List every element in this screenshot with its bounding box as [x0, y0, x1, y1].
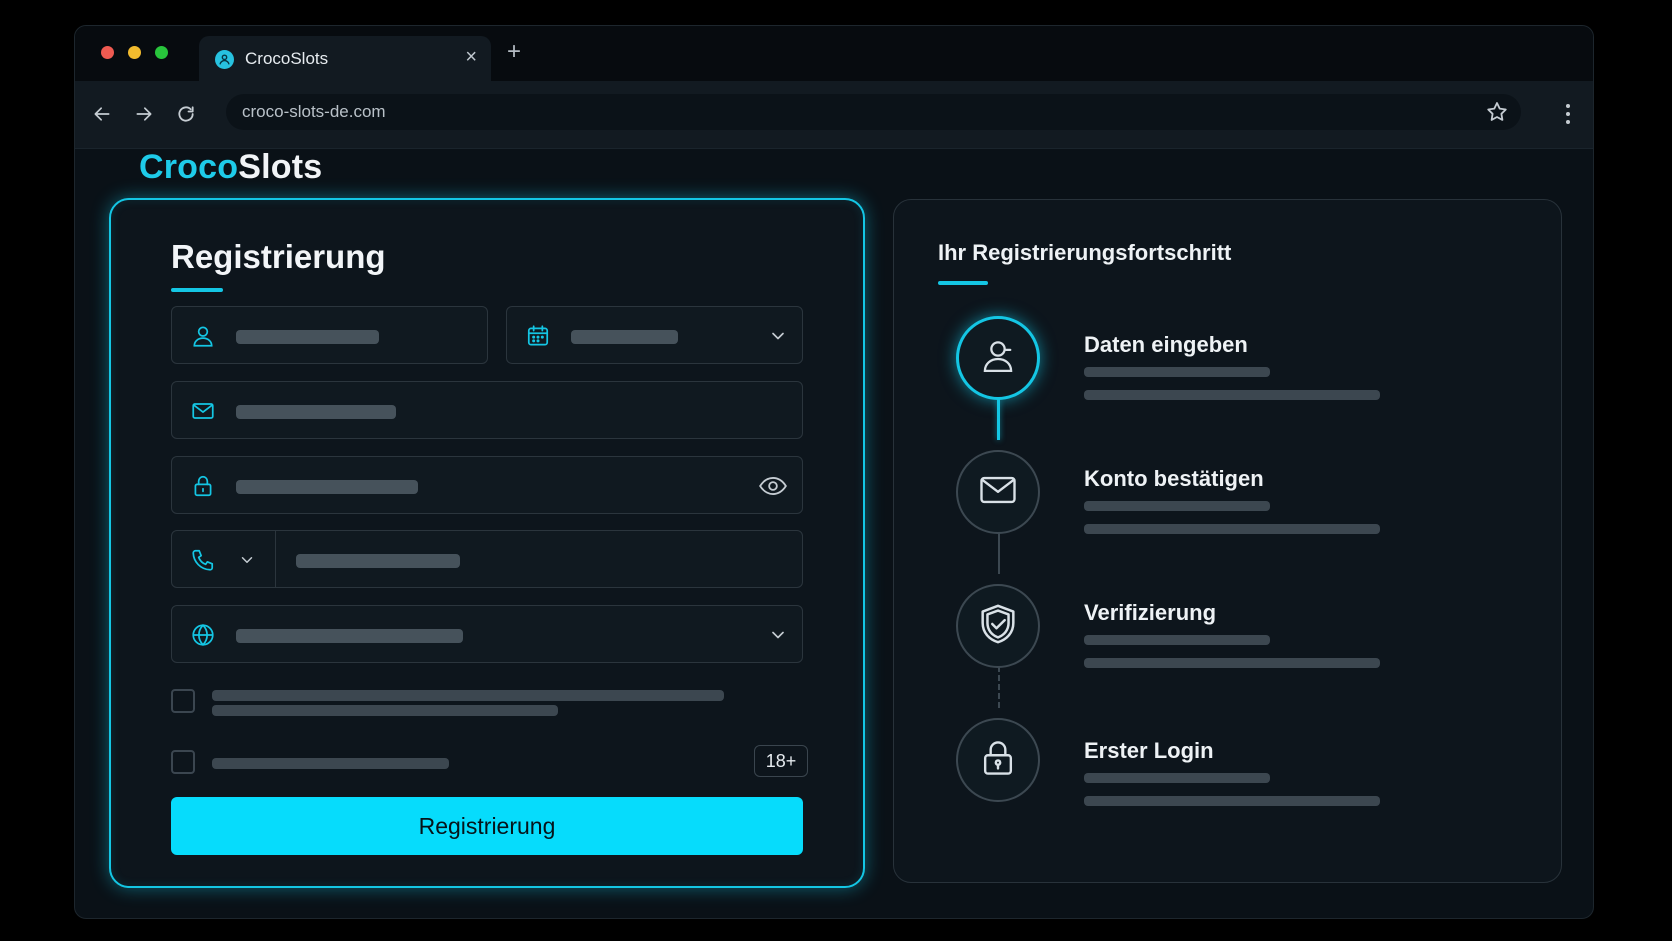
email-input[interactable] [171, 381, 803, 439]
password-input[interactable] [171, 456, 803, 514]
tab-title: CrocoSlots [245, 49, 329, 68]
step-connector [998, 666, 1000, 708]
registration-progress-card: Ihr Registrierungsfortschritt Daten eing… [893, 199, 1562, 883]
tab-strip: CrocoSlots × + [75, 26, 1593, 81]
step-4-desc-bar [1084, 796, 1380, 806]
brand-logo[interactable]: CrocoSlots [139, 148, 322, 187]
phone-icon [190, 547, 216, 573]
country-placeholder-bar [236, 629, 463, 643]
padlock-icon [976, 736, 1020, 785]
step-1-label: Daten eingeben [1084, 332, 1248, 357]
logo-part-croco: Croco [139, 148, 239, 186]
step-4-circle [956, 718, 1040, 802]
shield-check-icon [975, 601, 1021, 652]
reload-icon[interactable] [173, 101, 199, 127]
progress-title-underline [938, 281, 988, 285]
birthdate-placeholder-bar [571, 330, 678, 344]
forward-arrow-icon[interactable] [131, 101, 157, 127]
back-arrow-icon[interactable] [89, 101, 115, 127]
new-tab-button[interactable]: + [507, 40, 521, 64]
progress-title: Ihr Registrierungsfortschritt [938, 240, 1232, 265]
phone-placeholder-bar [296, 554, 460, 568]
logo-part-slots: Slots [238, 148, 323, 186]
phone-input[interactable] [171, 530, 803, 588]
close-window-button[interactable] [101, 46, 114, 59]
step-connector [997, 398, 1000, 440]
terms-text-bar [212, 705, 558, 716]
step-2-desc-bar [1084, 524, 1380, 534]
user-icon [977, 335, 1019, 382]
step-3-desc-bar [1084, 635, 1270, 645]
step-1-circle [956, 316, 1040, 400]
mail-icon [190, 398, 216, 424]
name-input[interactable] [171, 306, 488, 364]
age-confirm-checkbox[interactable] [171, 750, 195, 774]
favicon-icon [215, 50, 234, 69]
browser-toolbar: croco-slots-de.com [75, 81, 1593, 149]
minimize-window-button[interactable] [128, 46, 141, 59]
register-button[interactable]: Registrierung [171, 797, 803, 855]
step-2-circle [956, 450, 1040, 534]
step-3-desc-bar [1084, 658, 1380, 668]
address-bar[interactable]: croco-slots-de.com [226, 94, 1521, 130]
step-2-label: Konto bestätigen [1084, 466, 1264, 491]
browser-menu-icon[interactable] [1563, 101, 1573, 127]
chevron-down-icon [768, 625, 788, 645]
age-restriction-badge: 18+ [754, 745, 808, 777]
step-4-label: Erster Login [1084, 738, 1214, 763]
email-placeholder-bar [236, 405, 396, 419]
registration-title: Registrierung [171, 238, 386, 275]
lock-icon [190, 473, 216, 499]
globe-icon [190, 622, 216, 648]
browser-tab[interactable]: CrocoSlots × [199, 36, 491, 81]
step-3-circle [956, 584, 1040, 668]
terms-checkbox[interactable] [171, 689, 195, 713]
terms-text-bar [212, 690, 724, 701]
close-tab-icon[interactable]: × [465, 46, 477, 68]
user-icon [190, 323, 216, 349]
step-3-label: Verifizierung [1084, 600, 1217, 625]
name-placeholder-bar [236, 330, 379, 344]
show-password-eye-icon[interactable] [758, 473, 788, 499]
calendar-icon [525, 323, 551, 349]
age-text-bar [212, 758, 449, 769]
step-1-desc-bar [1084, 390, 1380, 400]
chevron-down-icon [768, 326, 788, 346]
step-connector [998, 532, 1000, 574]
maximize-window-button[interactable] [155, 46, 168, 59]
registration-card: Registrierung 18+ Registrierung [109, 198, 865, 888]
url-text: croco-slots-de.com [242, 102, 386, 121]
country-code-select[interactable] [172, 531, 276, 587]
password-placeholder-bar [236, 480, 418, 494]
step-4-desc-bar [1084, 773, 1270, 783]
country-select[interactable] [171, 605, 803, 663]
browser-window: CrocoSlots × + croco-slots-de.com CrocoS… [74, 25, 1594, 919]
mail-icon [976, 468, 1020, 517]
bookmark-star-icon[interactable] [1485, 100, 1509, 124]
birthdate-select[interactable] [506, 306, 803, 364]
step-2-desc-bar [1084, 501, 1270, 511]
step-1-desc-bar [1084, 367, 1270, 377]
chevron-down-icon [238, 551, 256, 569]
title-underline [171, 288, 223, 292]
